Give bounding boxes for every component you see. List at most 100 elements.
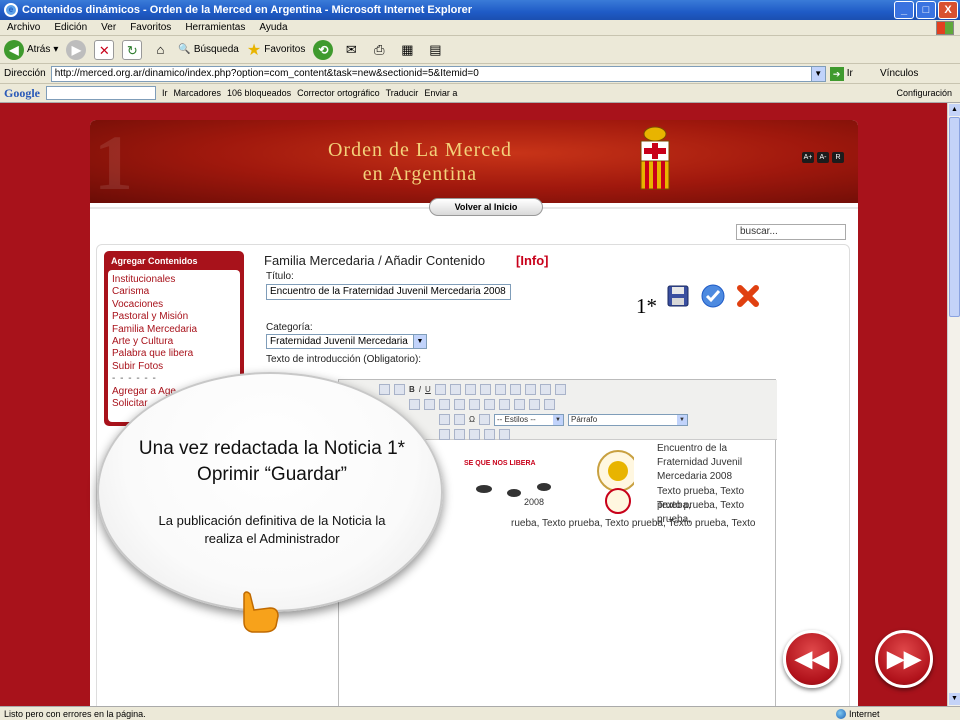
search-button[interactable]: 🔍 Búsqueda: [178, 44, 239, 55]
anchor-icon[interactable]: [499, 399, 510, 410]
translate-button[interactable]: Traducir: [386, 88, 419, 98]
side-menu-item-institucionales[interactable]: Institucionales: [112, 274, 236, 286]
edit-button[interactable]: ▦: [397, 40, 417, 60]
url-dropdown-icon[interactable]: ▼: [810, 66, 825, 81]
title-label: Título:: [266, 271, 294, 282]
side-menu-item-arte[interactable]: Arte y Cultura: [112, 336, 236, 348]
format-select[interactable]: Párrafo ▼: [567, 413, 688, 426]
home-button[interactable]: ⌂: [150, 40, 170, 60]
side-menu-item-palabra[interactable]: Palabra que libera: [112, 348, 236, 360]
messenger-button[interactable]: ▤: [425, 40, 445, 60]
vertical-scrollbar[interactable]: ▲ ▼: [947, 103, 960, 706]
pointing-hand-icon: [243, 591, 279, 633]
title-input[interactable]: Encuentro de la Fraternidad Juvenil Merc…: [266, 284, 511, 300]
side-menu-item-fotos[interactable]: Subir Fotos: [112, 361, 236, 373]
google-logo[interactable]: Google: [4, 86, 40, 101]
intro-label: Texto de introducción (Obligatorio):: [266, 354, 422, 365]
info-link[interactable]: [Info]: [516, 253, 548, 268]
side-menu-item-carisma[interactable]: Carisma: [112, 286, 236, 298]
style-select[interactable]: -- Estilos -- ▼: [493, 413, 564, 426]
copy-icon[interactable]: [524, 384, 536, 395]
google-search-input[interactable]: [46, 86, 156, 100]
maximize-button[interactable]: □: [916, 1, 936, 19]
outdent-icon[interactable]: [464, 384, 476, 395]
table-icon[interactable]: [469, 399, 480, 410]
menu-ver[interactable]: Ver: [94, 22, 123, 33]
links-label[interactable]: Vínculos: [880, 68, 918, 79]
url-input[interactable]: http://merced.org.ar/dinamico/index.php?…: [50, 65, 826, 82]
google-settings-button[interactable]: Configuración: [896, 88, 952, 98]
editor-help-icon[interactable]: [379, 384, 390, 395]
superscript-icon[interactable]: [544, 399, 555, 410]
history-button[interactable]: ⟲: [313, 39, 334, 60]
popup-blocker-button[interactable]: 106 bloqueados: [227, 88, 291, 98]
ltr-icon[interactable]: [478, 414, 490, 425]
abbr-icon[interactable]: [439, 429, 450, 440]
go-arrow-icon[interactable]: ➔: [829, 66, 844, 81]
go-label[interactable]: Ir: [847, 68, 853, 79]
menu-archivo[interactable]: Archivo: [0, 22, 47, 33]
bullet-list-icon[interactable]: [434, 384, 446, 395]
home-link-button[interactable]: Volver al Inicio: [429, 198, 543, 216]
number-list-icon[interactable]: [449, 384, 461, 395]
spellcheck-icon[interactable]: [494, 384, 506, 395]
menu-ayuda[interactable]: Ayuda: [252, 22, 294, 33]
google-bookmarks-button[interactable]: Marcadores: [174, 88, 222, 98]
cut-icon[interactable]: [509, 384, 521, 395]
site-search-input[interactable]: buscar...: [736, 224, 846, 240]
image-icon[interactable]: [514, 399, 525, 410]
side-menu-item-familia[interactable]: Familia Mercedaria: [112, 324, 236, 336]
print-button[interactable]: ⎙: [369, 40, 389, 60]
paste-icon[interactable]: [539, 384, 551, 395]
subscript-icon[interactable]: [529, 399, 540, 410]
underline-icon[interactable]: U: [425, 385, 431, 394]
align-left-icon[interactable]: [409, 399, 420, 410]
font-increase-button[interactable]: A+: [802, 152, 814, 163]
close-button[interactable]: X: [938, 1, 958, 19]
font-reset-button[interactable]: R: [832, 152, 844, 163]
scroll-thumb[interactable]: [949, 117, 960, 317]
side-menu-item-vocaciones[interactable]: Vocaciones: [112, 299, 236, 311]
emoticon-icon[interactable]: [484, 429, 495, 440]
highlight-icon[interactable]: [454, 414, 465, 425]
previous-slide-button[interactable]: ◀◀: [783, 630, 841, 688]
save-button[interactable]: [665, 283, 691, 309]
back-button[interactable]: ◀ Atrás ▾: [4, 39, 58, 60]
crest-icon: [640, 126, 670, 190]
find-icon[interactable]: [554, 384, 566, 395]
font-decrease-button[interactable]: A-: [817, 152, 829, 163]
italic-icon[interactable]: I: [419, 385, 421, 394]
scroll-up-icon[interactable]: ▲: [949, 104, 960, 116]
side-menu-item-pastoral[interactable]: Pastoral y Misión: [112, 311, 236, 323]
cancel-button[interactable]: [735, 283, 761, 309]
link-icon[interactable]: [484, 399, 495, 410]
spellcheck-button[interactable]: Corrector ortográfico: [297, 88, 380, 98]
apply-button[interactable]: [700, 283, 726, 309]
bold-icon[interactable]: B: [409, 385, 415, 394]
menu-herramientas[interactable]: Herramientas: [178, 22, 252, 33]
menu-favoritos[interactable]: Favoritos: [123, 22, 178, 33]
strike-icon[interactable]: [454, 429, 465, 440]
align-right-icon[interactable]: [439, 399, 450, 410]
category-select[interactable]: Fraternidad Juvenil Mercedaria ▼: [266, 334, 427, 349]
mail-button[interactable]: ✉: [341, 40, 361, 60]
favorites-button[interactable]: ★ Favoritos: [247, 40, 305, 60]
media-icon[interactable]: [499, 429, 510, 440]
send-to-button[interactable]: Enviar a: [424, 88, 457, 98]
font-color-icon[interactable]: [439, 414, 450, 425]
insert-date-icon[interactable]: [469, 429, 480, 440]
address-bar: Dirección http://merced.org.ar/dinamico/…: [0, 64, 960, 84]
refresh-button[interactable]: ↻: [122, 39, 143, 60]
editor-new-icon[interactable]: [394, 384, 405, 395]
align-justify-icon[interactable]: [454, 399, 465, 410]
align-center-icon[interactable]: [424, 399, 435, 410]
next-slide-button[interactable]: ▶▶: [875, 630, 933, 688]
stop-button[interactable]: ✕: [94, 39, 115, 60]
menu-edicion[interactable]: Edición: [47, 22, 94, 33]
minimize-button[interactable]: _: [894, 1, 914, 19]
scroll-down-icon[interactable]: ▼: [949, 693, 960, 705]
google-go-button[interactable]: Ir: [162, 88, 168, 98]
forward-button[interactable]: ▶: [66, 39, 87, 60]
omega-icon[interactable]: Ω: [469, 415, 475, 424]
indent-icon[interactable]: [479, 384, 491, 395]
